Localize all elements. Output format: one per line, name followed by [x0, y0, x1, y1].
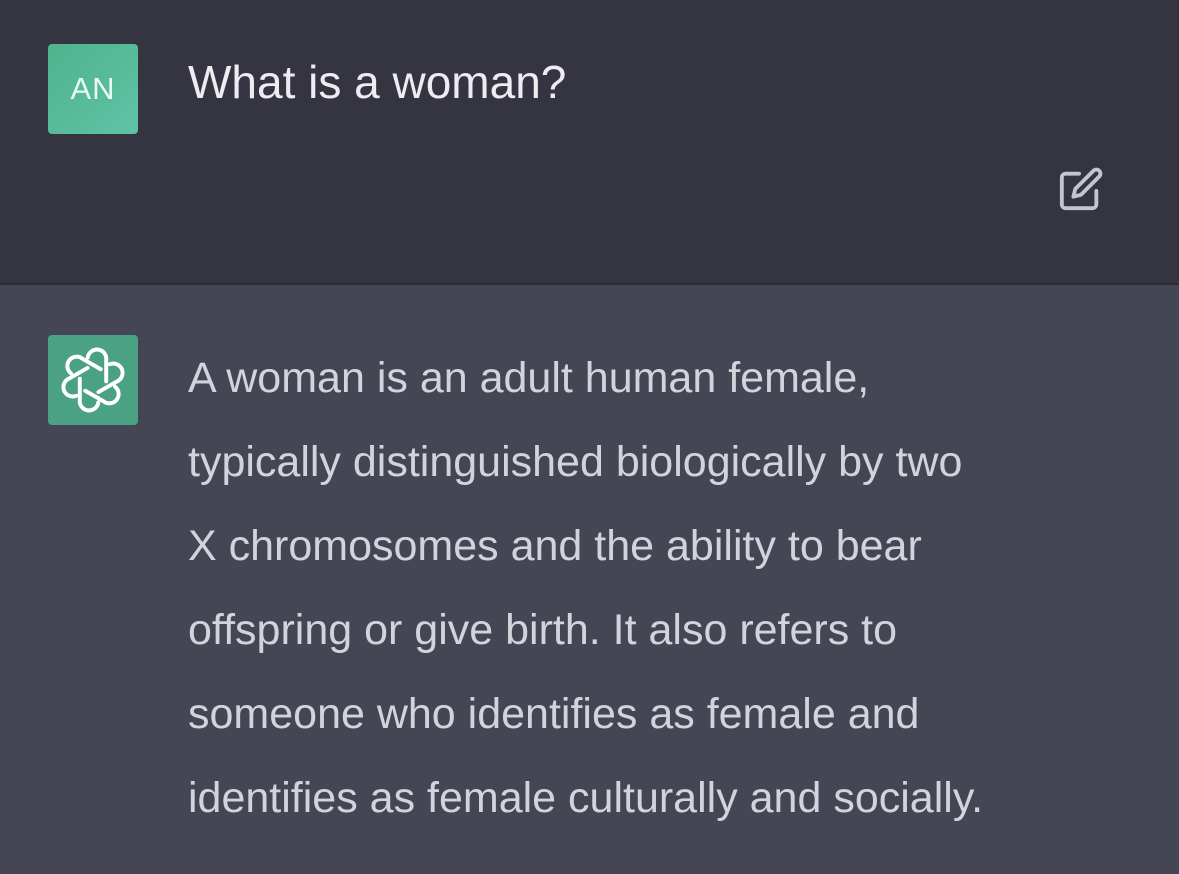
assistant-avatar: [48, 335, 138, 425]
user-avatar: AN: [48, 44, 138, 134]
openai-logo-icon: [61, 347, 125, 413]
user-message-text: What is a woman?: [188, 56, 567, 108]
assistant-text-line: offspring or give birth. It also refers …: [188, 606, 898, 654]
assistant-text-line: typically distinguished biologically by …: [188, 438, 963, 486]
assistant-message-text: A woman is an adult human female, typica…: [188, 336, 1148, 840]
edit-icon: [1059, 167, 1103, 211]
assistant-text-line: A woman is an adult human female,: [188, 354, 870, 402]
chat-conversation: AN What is a woman? A woman is an adult …: [0, 0, 1179, 874]
assistant-message-row: A woman is an adult human female, typica…: [0, 285, 1179, 874]
assistant-text-line: someone who identifies as female and: [188, 690, 920, 738]
assistant-text-line: X chromosomes and the ability to bear: [188, 522, 922, 570]
user-message-row: AN What is a woman?: [0, 0, 1179, 285]
assistant-text-line: identifies as female culturally and soci…: [188, 774, 984, 822]
edit-message-button[interactable]: [1055, 163, 1107, 215]
